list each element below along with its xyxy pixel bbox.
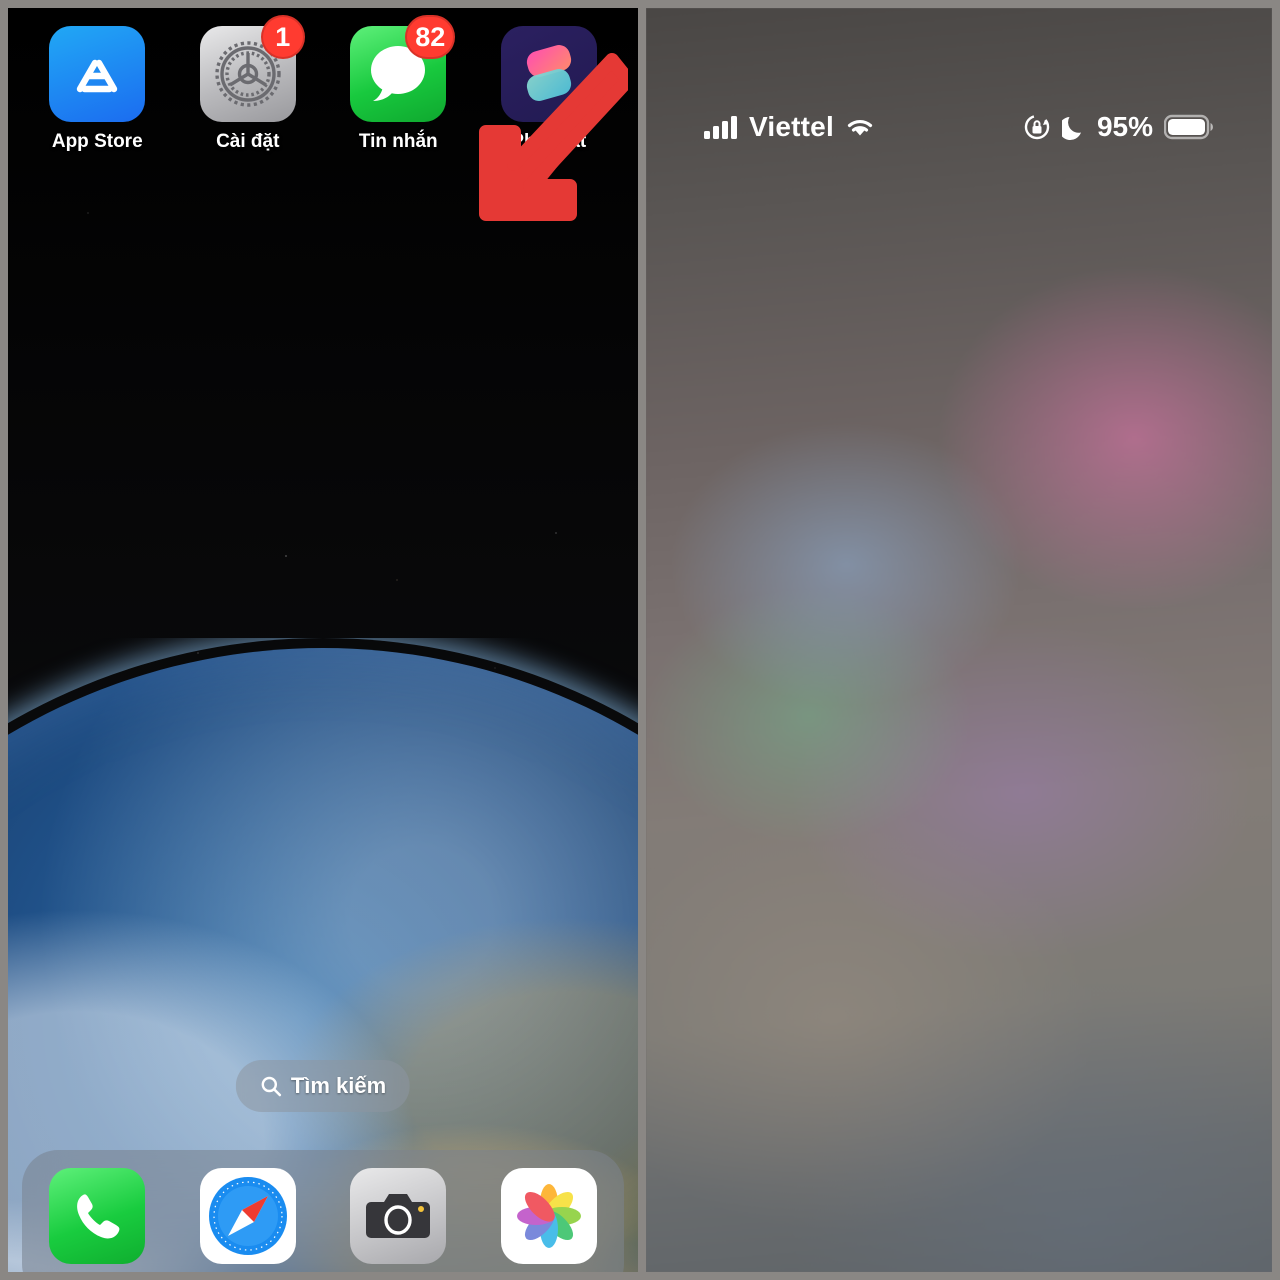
- moon-icon: [1061, 114, 1086, 140]
- wifi-icon: [845, 115, 875, 139]
- cellular-bars-icon: [704, 115, 738, 139]
- camera-icon[interactable]: [350, 1168, 447, 1264]
- rotation-lock-icon: [1023, 113, 1051, 141]
- settings-gear-icon: 1: [199, 15, 305, 122]
- safari-compass-icon[interactable]: [199, 1168, 296, 1264]
- app-label: App Store: [51, 131, 143, 152]
- search-label: Tìm kiếm: [290, 1073, 387, 1098]
- ios-control-center: Viettel 95%: [646, 8, 1272, 1272]
- notification-badge: 1: [260, 15, 305, 59]
- app-icon-settings[interactable]: 1 Cài đặt: [186, 15, 310, 153]
- app-label: Tin nhắn: [358, 131, 438, 152]
- app-label: Cài đặt: [216, 131, 280, 152]
- notification-badge: 82: [405, 15, 456, 59]
- photos-flower-icon[interactable]: [500, 1168, 597, 1264]
- carrier-name: Viettel: [749, 111, 834, 142]
- messages-bubble-icon: 82: [350, 15, 456, 122]
- search-pill[interactable]: Tìm kiếm: [235, 1060, 411, 1112]
- status-bar: Viettel 95%: [646, 100, 1272, 154]
- battery-percent: 95%: [1096, 111, 1153, 142]
- search-icon: [260, 1075, 282, 1097]
- dock: [22, 1150, 624, 1272]
- iphone-home-screen: App Store 1 Cài đặt 82 Tin nhắn Tìm kiếm: [8, 8, 638, 1272]
- screenshot-root: App Store 1 Cài đặt 82 Tin nhắn Tìm kiếm…: [0, 0, 1280, 1280]
- control-center-background: [646, 8, 1272, 1272]
- app-icon-app-store[interactable]: App Store: [35, 26, 159, 153]
- app-icon-messages[interactable]: 82 Tin nhắn: [336, 15, 460, 153]
- battery-icon: [1164, 114, 1214, 140]
- phone-icon[interactable]: [49, 1168, 146, 1264]
- red-arrow-icon: [478, 36, 628, 221]
- app-store-icon: [49, 26, 146, 122]
